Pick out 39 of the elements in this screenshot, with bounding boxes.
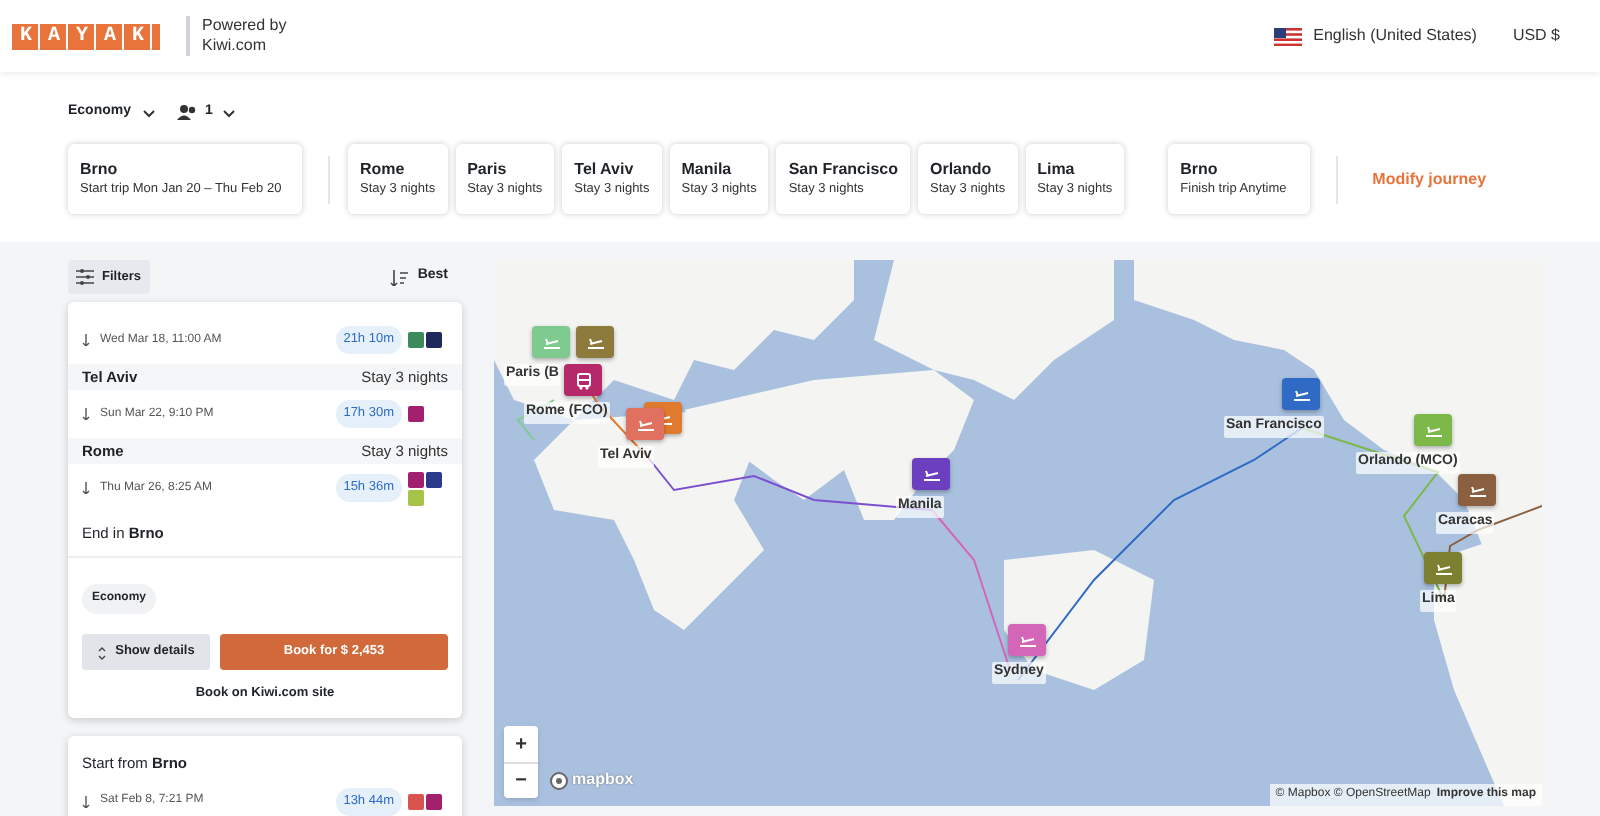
arrow-down-icon [82,408,90,420]
airplane-icon [541,333,561,351]
airplane-icon [1467,481,1487,499]
flag-icon [1273,27,1302,45]
map-marker[interactable] [912,458,950,490]
map-marker[interactable] [564,364,602,396]
map-marker[interactable] [626,408,664,440]
map-marker[interactable] [1414,414,1452,446]
map-marker[interactable] [1008,624,1046,656]
map-marker[interactable] [1282,378,1320,410]
mapbox-logo-icon [550,771,568,789]
sort-icon [389,269,408,285]
bus-icon [573,371,593,389]
sliders-icon [76,268,94,286]
map-marker[interactable] [1458,474,1496,506]
powered-by-text: Powered by [202,16,287,36]
airplane-icon [1291,385,1311,403]
chevron-down-icon [222,107,237,117]
map-marker[interactable] [576,326,614,358]
zoom-in-button[interactable]: + [504,726,538,762]
airplane-icon [1433,559,1453,577]
currency-selector[interactable]: USD $ [1512,24,1560,48]
partner-name: Kiwi.com [202,36,269,56]
map-marker[interactable] [532,326,570,358]
arrow-down-icon [82,482,90,494]
airplane-icon [585,333,605,351]
map-marker[interactable] [1424,552,1462,584]
expand-icon [97,645,106,659]
zoom-out-button[interactable]: − [504,762,538,798]
airplane-icon [1017,631,1037,649]
airplane-icon [1423,421,1443,439]
mapbox-wordmark: mapbox [572,768,634,792]
arrow-down-icon [82,795,90,808]
airplane-icon [921,465,941,483]
person-icon [175,104,196,120]
language-selector[interactable]: English (United States) [1313,24,1477,48]
arrow-down-icon [82,334,90,346]
chevron-down-icon [141,107,156,117]
airplane-icon [635,415,655,433]
